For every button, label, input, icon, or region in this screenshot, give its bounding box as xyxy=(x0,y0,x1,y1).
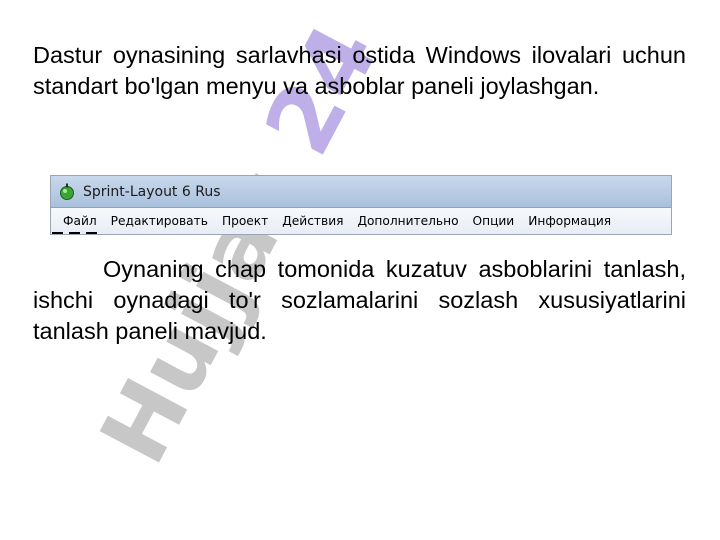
dash-marks xyxy=(52,232,97,234)
window-titlebar: Sprint-Layout 6 Rus xyxy=(51,176,671,208)
menu-extra[interactable]: Дополнительно xyxy=(357,214,458,228)
app-icon xyxy=(60,183,74,200)
menu-options[interactable]: Опции xyxy=(473,214,515,228)
dash xyxy=(69,232,80,234)
menu-actions[interactable]: Действия xyxy=(282,214,343,228)
menu-bar: Файл Редактировать Проект Действия Допол… xyxy=(51,208,671,234)
menu-info[interactable]: Информация xyxy=(528,214,611,228)
app-window-screenshot: Sprint-Layout 6 Rus Файл Редактировать П… xyxy=(50,175,672,235)
paragraph-intro: Dastur oynasining sarlavhasi ostida Wind… xyxy=(33,42,686,99)
window-title: Sprint-Layout 6 Rus xyxy=(83,183,221,200)
dash xyxy=(52,232,63,234)
paragraph-left-panel: Oynaning chap tomonida kuzatuv asboblari… xyxy=(33,256,686,344)
menu-file[interactable]: Файл xyxy=(63,214,97,228)
menu-project[interactable]: Проект xyxy=(222,214,268,228)
dash xyxy=(86,232,97,234)
menu-edit[interactable]: Редактировать xyxy=(111,214,208,228)
